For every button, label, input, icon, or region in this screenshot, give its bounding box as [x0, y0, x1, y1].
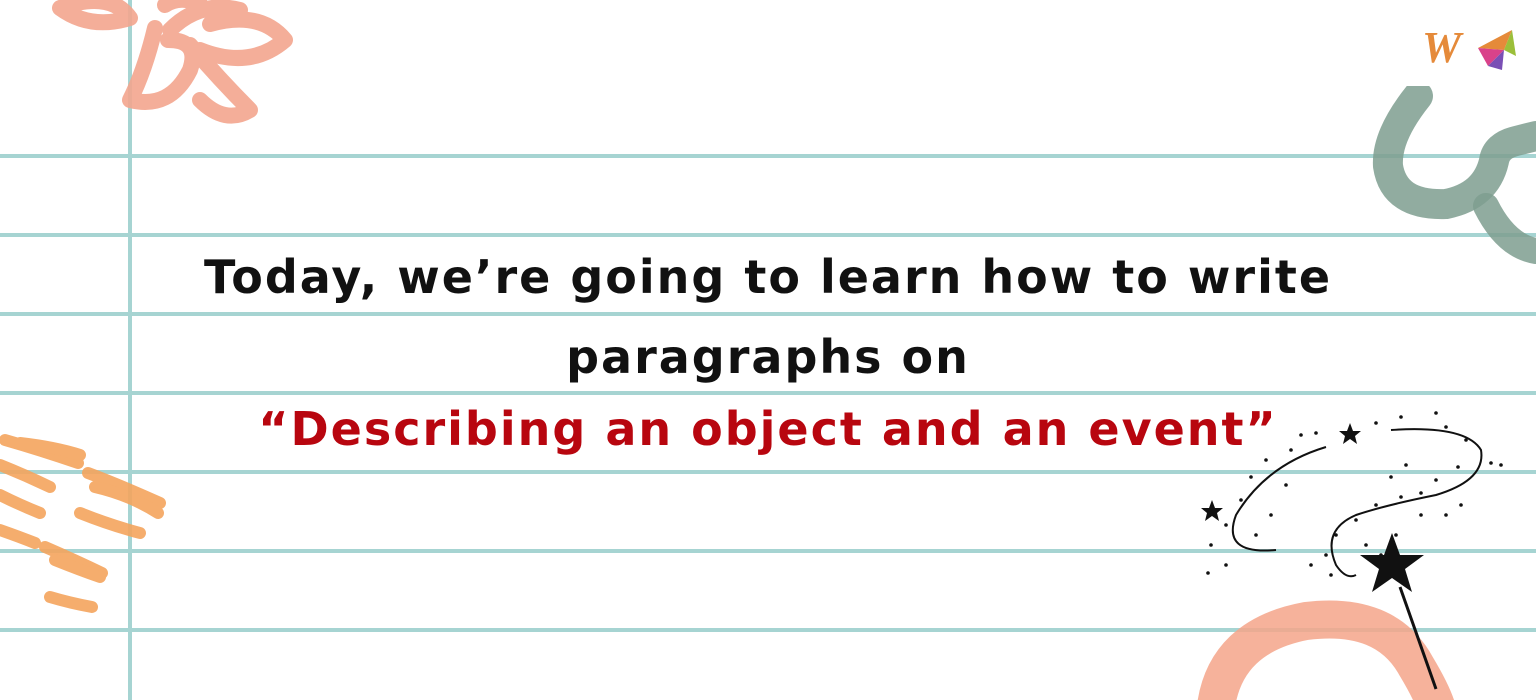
logo-flag-icon — [1478, 30, 1516, 70]
brand-logo-icon: W — [1418, 22, 1518, 76]
flower-doodle-icon — [52, 0, 293, 124]
headline-topic: “Describing an object and an event” — [258, 402, 1278, 456]
rule-line — [0, 154, 1536, 158]
brush-swirl-icon — [1372, 86, 1536, 264]
headline-line-1: Today, we’re going to learn how to write — [203, 250, 1333, 304]
logo-letter: W — [1422, 23, 1462, 72]
rule-line — [0, 233, 1536, 237]
headline-line-2: paragraphs on — [566, 330, 970, 384]
rule-line — [0, 391, 1536, 395]
notebook-page: W Today, we’re going to learn how to wri… — [0, 0, 1536, 700]
rule-line — [0, 312, 1536, 316]
